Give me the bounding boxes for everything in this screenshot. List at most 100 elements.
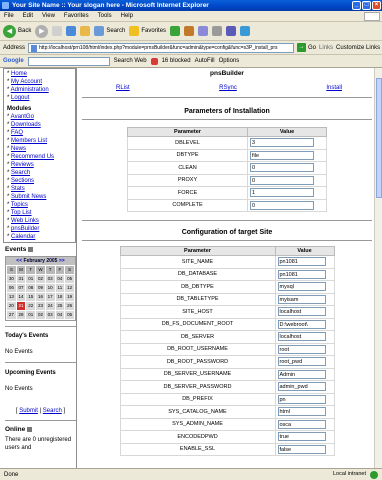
- menu-favorites[interactable]: Favorites: [64, 13, 89, 19]
- param-value-input[interactable]: 0: [250, 175, 314, 185]
- menu-file[interactable]: File: [4, 13, 14, 19]
- edit-icon[interactable]: [226, 26, 237, 36]
- calendar-day[interactable]: 19: [64, 292, 75, 302]
- param-value-input[interactable]: file: [250, 150, 314, 160]
- param-value-input[interactable]: 0: [250, 200, 314, 210]
- go-button[interactable]: → Go: [297, 43, 316, 52]
- favorites-button[interactable]: Favorites: [129, 26, 166, 36]
- module-link-news[interactable]: News: [11, 146, 26, 152]
- home-link[interactable]: Home: [11, 71, 27, 77]
- module-link-submit-news[interactable]: Submit News: [11, 194, 46, 200]
- calendar-day[interactable]: 25: [54, 301, 66, 311]
- calendar-day[interactable]: 03: [44, 310, 56, 320]
- calendar-day[interactable]: 20: [6, 301, 17, 311]
- module-link-stats[interactable]: Stats: [11, 186, 25, 192]
- media-icon[interactable]: [170, 26, 181, 36]
- module-link-reviews[interactable]: Reviews: [11, 162, 34, 168]
- param-value-input[interactable]: pn1081: [277, 257, 326, 267]
- refresh-icon[interactable]: [66, 26, 77, 36]
- param-value-input[interactable]: html: [277, 407, 326, 417]
- param-value-input[interactable]: Admin: [277, 369, 326, 379]
- mail-icon[interactable]: [198, 26, 209, 36]
- calendar-next-button[interactable]: >>: [59, 258, 65, 264]
- maximize-icon[interactable]: □: [362, 1, 371, 10]
- calendar-prev-button[interactable]: <<: [16, 258, 22, 264]
- module-link-downloads[interactable]: Downloads: [11, 122, 41, 128]
- minimize-icon[interactable]: _: [352, 1, 361, 10]
- param-value-input[interactable]: pn1081: [277, 269, 326, 279]
- close-icon[interactable]: ×: [372, 1, 381, 10]
- calendar-day[interactable]: 14: [15, 292, 27, 302]
- module-link-search[interactable]: Search: [11, 170, 30, 176]
- module-link-members-list[interactable]: Members List: [11, 138, 47, 144]
- param-value-input[interactable]: false: [277, 444, 326, 454]
- module-link-web-links[interactable]: Web Links: [11, 218, 39, 224]
- calendar-day[interactable]: 27: [6, 310, 17, 320]
- calendar-day[interactable]: 16: [35, 292, 46, 302]
- module-link-sections[interactable]: Sections: [11, 178, 34, 184]
- module-link-avantgo[interactable]: AvantGo: [11, 114, 34, 120]
- calendar-day[interactable]: 05: [64, 310, 75, 320]
- param-value-input[interactable]: root: [277, 344, 326, 354]
- module-link-pnsbuilder[interactable]: pnsBuilder: [11, 226, 39, 232]
- scrollbar-thumb[interactable]: [376, 78, 382, 198]
- blocked-count[interactable]: 16 blocked: [162, 58, 191, 64]
- param-value-input[interactable]: mysql: [277, 282, 326, 292]
- calendar-day[interactable]: 04: [54, 274, 66, 284]
- param-value-input[interactable]: admin_pwd: [277, 382, 326, 392]
- calendar-day[interactable]: 08: [25, 283, 37, 293]
- param-value-input[interactable]: osca: [277, 419, 326, 429]
- calendar-day[interactable]: 28: [15, 310, 27, 320]
- param-value-input[interactable]: 0: [250, 163, 314, 173]
- calendar-day[interactable]: 10: [44, 283, 56, 293]
- calendar-day[interactable]: 24: [44, 301, 56, 311]
- options-button[interactable]: Options: [219, 58, 240, 64]
- module-link-calendar[interactable]: Calendar: [11, 234, 35, 240]
- calendar-day[interactable]: 12: [64, 283, 75, 293]
- print-icon[interactable]: [212, 26, 223, 36]
- messenger-icon[interactable]: [240, 26, 251, 36]
- autofill-button[interactable]: AutoFill: [195, 58, 215, 64]
- param-value-input[interactable]: 1: [250, 188, 314, 198]
- history-icon[interactable]: [184, 26, 195, 36]
- search-button[interactable]: Search: [94, 26, 125, 36]
- menu-tools[interactable]: Tools: [98, 13, 112, 19]
- vertical-scrollbar[interactable]: [374, 68, 382, 468]
- calendar-day[interactable]: 26: [64, 301, 75, 311]
- submit-event-link[interactable]: Submit: [19, 408, 38, 414]
- calendar-day[interactable]: 18: [54, 292, 66, 302]
- calendar-day[interactable]: 17: [44, 292, 56, 302]
- forward-button[interactable]: ▶: [35, 24, 49, 38]
- calendar-day[interactable]: 22: [25, 301, 37, 311]
- search-events-link[interactable]: Search: [43, 408, 62, 414]
- module-link-top-list[interactable]: Top List: [11, 210, 32, 216]
- module-link-faq[interactable]: FAQ: [11, 130, 23, 136]
- tab-install[interactable]: Install: [326, 85, 342, 91]
- param-value-input[interactable]: D:\webroot\: [277, 319, 326, 329]
- calendar-day[interactable]: 06: [6, 283, 17, 293]
- events-settings-icon[interactable]: [28, 246, 34, 252]
- module-link-topics[interactable]: Topics: [11, 202, 28, 208]
- calendar-day[interactable]: 01: [25, 310, 37, 320]
- param-value-input[interactable]: localhost: [277, 332, 326, 342]
- calendar-day[interactable]: 02: [35, 310, 46, 320]
- back-button[interactable]: ◀ Back: [3, 24, 31, 38]
- window-title-bar[interactable]: Your Site Name :: Your slogan here - Mic…: [0, 0, 382, 11]
- param-value-input[interactable]: pn: [277, 394, 326, 404]
- menu-edit[interactable]: Edit: [23, 13, 33, 19]
- module-link-recommend-us[interactable]: Recommend Us: [11, 154, 54, 160]
- calendar-day[interactable]: 30: [6, 274, 17, 284]
- menu-view[interactable]: View: [42, 13, 55, 19]
- calendar-day[interactable]: 05: [64, 274, 75, 284]
- tab-rsync[interactable]: RSync: [219, 85, 237, 91]
- logout-link[interactable]: Logout: [11, 95, 29, 101]
- stop-icon[interactable]: [52, 26, 63, 36]
- google-search-input[interactable]: [27, 56, 110, 66]
- calendar-day[interactable]: 03: [44, 274, 56, 284]
- address-input[interactable]: http://localhost/prn108/html/index.php?m…: [28, 42, 295, 53]
- search-web-button[interactable]: Search Web: [114, 58, 147, 64]
- calendar-day[interactable]: 02: [35, 274, 46, 284]
- param-value-input[interactable]: 3: [250, 138, 314, 148]
- administration-link[interactable]: Administration: [11, 87, 49, 93]
- param-value-input[interactable]: true: [277, 432, 326, 442]
